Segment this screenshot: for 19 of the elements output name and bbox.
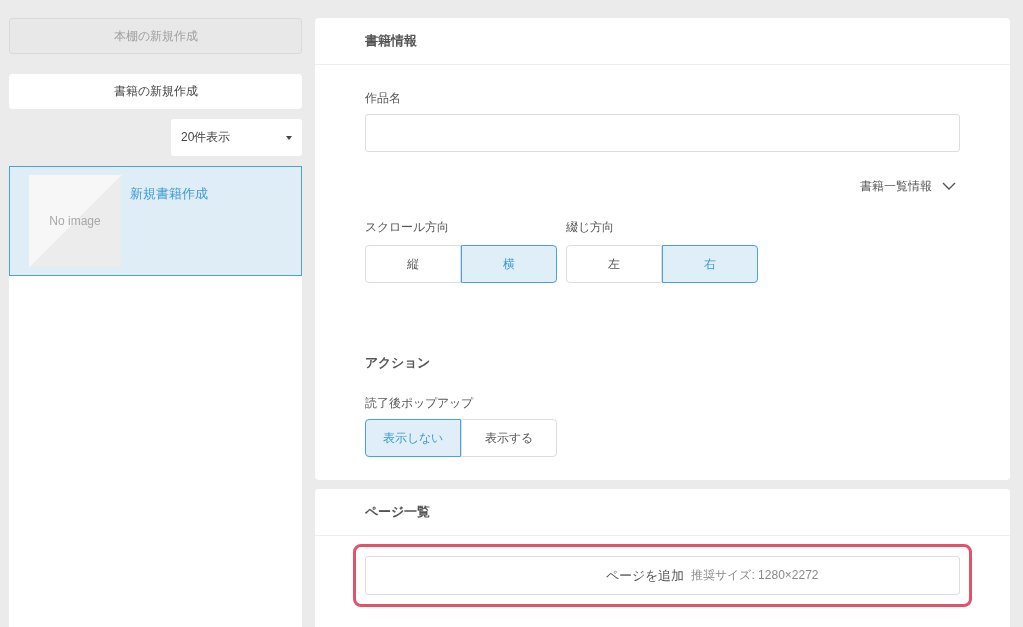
title-input[interactable] [365, 114, 960, 152]
segment-button[interactable]: 左 [566, 245, 662, 283]
page-size-select[interactable]: 20件表示 [171, 119, 302, 156]
section-title: アクション [365, 354, 430, 372]
field-label: スクロール方向 [365, 220, 449, 235]
field-label: 読了後ポップアップ [365, 396, 473, 411]
add-page-button[interactable]: ページを追加 推奨サイズ: 1280×2272 [365, 556, 960, 595]
section-title: 書籍情報 [365, 32, 417, 50]
caret-icon [286, 135, 292, 140]
field-label: 作品名 [365, 91, 401, 106]
book-title: 新規書籍作成 [130, 185, 208, 203]
section-title: ページ一覧 [365, 503, 430, 521]
new-book-button[interactable]: 書籍の新規作成 [9, 74, 302, 109]
field-label: 綴じ方向 [566, 220, 614, 235]
list-info-toggle[interactable]: 書籍一覧情報 [860, 178, 956, 194]
size-hint: 推奨サイズ: 1280×2272 [691, 567, 819, 584]
placeholder-text: No image [49, 214, 101, 228]
segment-button[interactable]: 表示する [461, 419, 557, 457]
segment-button[interactable]: 縦 [365, 245, 461, 283]
